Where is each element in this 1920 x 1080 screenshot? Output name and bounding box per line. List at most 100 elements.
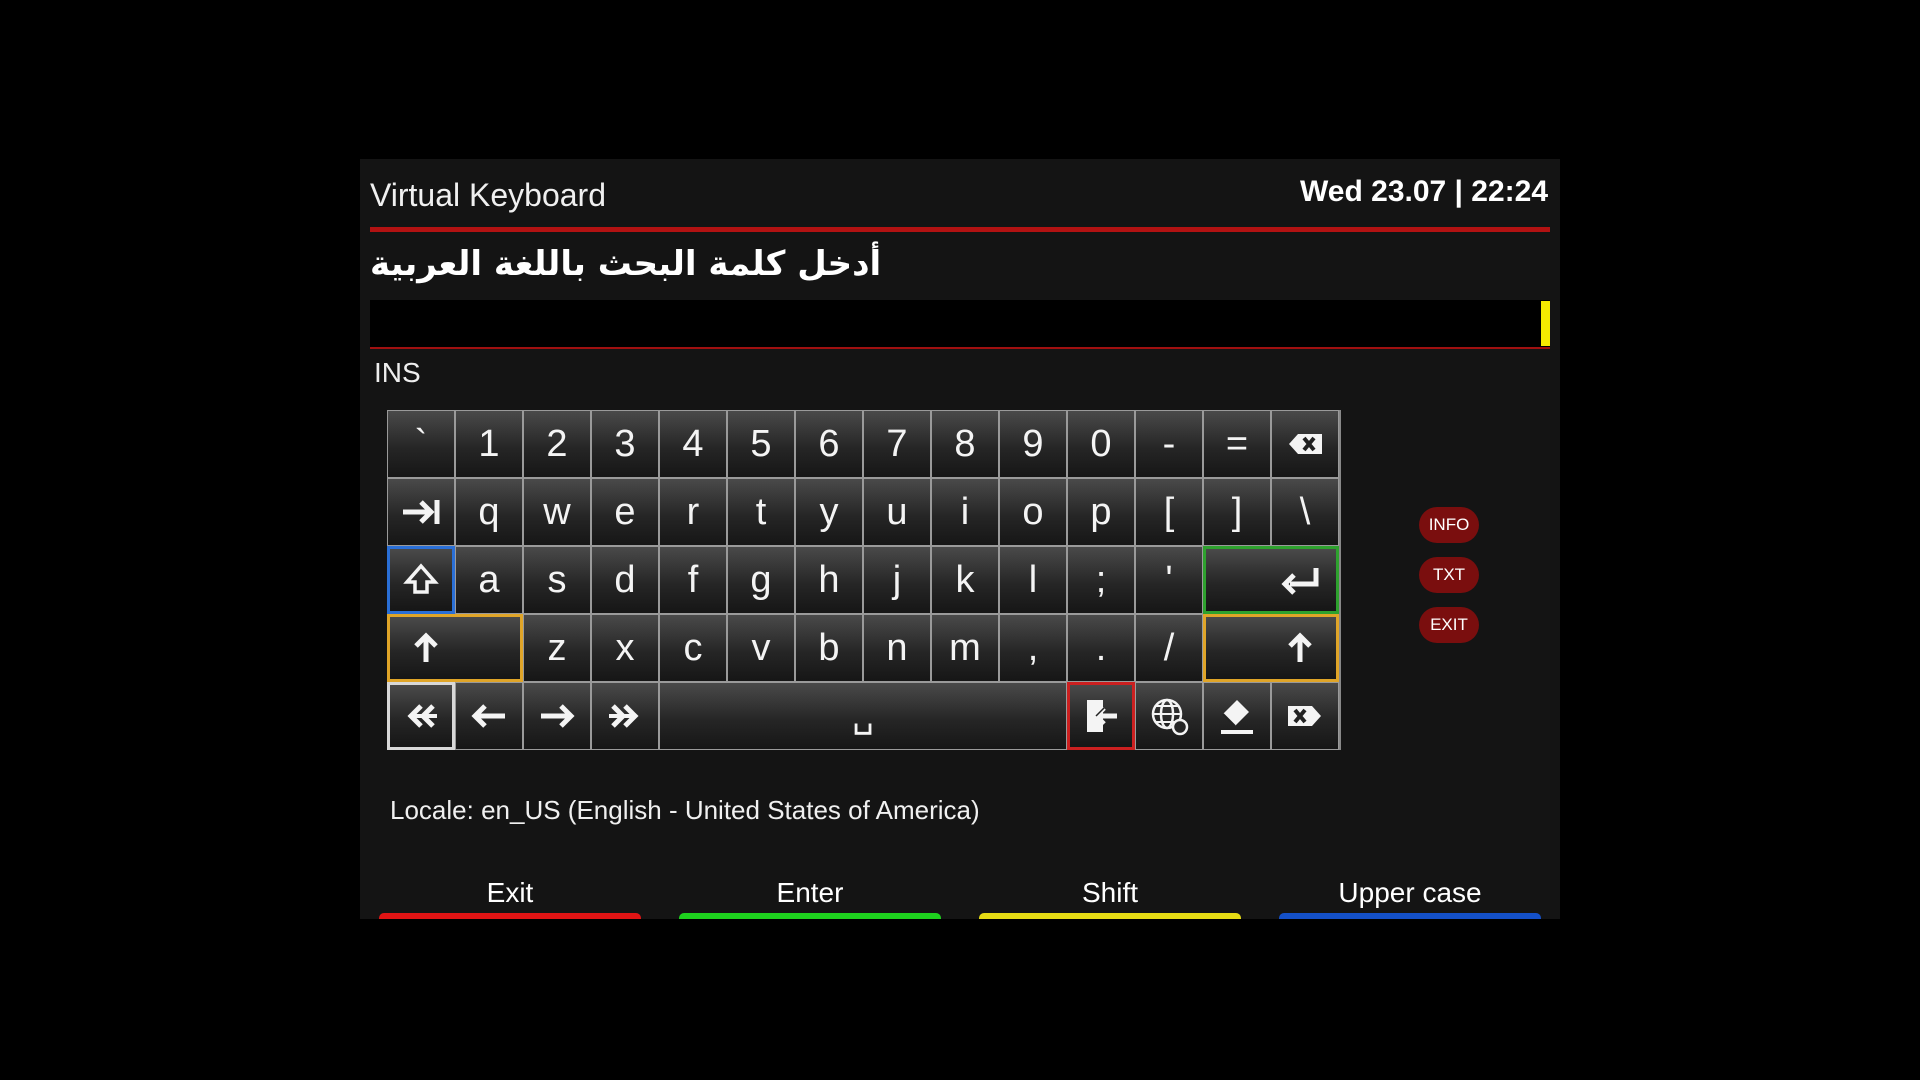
key-y[interactable]: y — [795, 478, 863, 546]
key-r[interactable]: r — [659, 478, 727, 546]
key-m[interactable]: m — [931, 614, 999, 682]
key-2[interactable]: 2 — [523, 410, 591, 478]
key-9[interactable]: 9 — [999, 410, 1067, 478]
key-semicolon[interactable]: ; — [1067, 546, 1135, 614]
enter-color-button[interactable]: Enter — [679, 877, 941, 919]
space-key[interactable]: ␣ — [659, 682, 1067, 750]
key-h[interactable]: h — [795, 546, 863, 614]
globe-icon — [1151, 698, 1189, 736]
red-key-bar — [379, 913, 641, 919]
text-input[interactable] — [370, 300, 1550, 349]
keyboard-dialog: Virtual Keyboard Wed 23.07 | 22:24 أدخل … — [360, 159, 1560, 919]
backspace-icon — [1289, 434, 1322, 454]
exit-side-button[interactable]: EXIT — [1419, 607, 1479, 643]
key-o[interactable]: o — [999, 478, 1067, 546]
right-shift-key[interactable] — [1203, 614, 1339, 682]
clear-key[interactable] — [1203, 682, 1271, 750]
cursor-right-key[interactable] — [523, 682, 591, 750]
key-backslash[interactable]: \ — [1271, 478, 1339, 546]
key-t[interactable]: t — [727, 478, 795, 546]
key-7[interactable]: 7 — [863, 410, 931, 478]
txt-button[interactable]: TXT — [1419, 557, 1479, 593]
left-shift-key[interactable] — [387, 614, 523, 682]
key-6[interactable]: 6 — [795, 410, 863, 478]
key-q[interactable]: q — [455, 478, 523, 546]
locale-label: Locale: en_US (English - United States o… — [390, 795, 980, 825]
double-arrow-left-icon — [407, 704, 437, 728]
caps-lock-key[interactable] — [387, 546, 455, 614]
arrow-right-icon — [541, 704, 575, 728]
double-arrow-right-icon — [609, 704, 639, 728]
key-p[interactable]: p — [1067, 478, 1135, 546]
key-c[interactable]: c — [659, 614, 727, 682]
delete-key[interactable] — [1271, 682, 1339, 750]
key-g[interactable]: g — [727, 546, 795, 614]
key-apostrophe[interactable]: ' — [1135, 546, 1203, 614]
key-1[interactable]: 1 — [455, 410, 523, 478]
yellow-key-bar — [979, 913, 1241, 919]
exit-color-label: Exit — [486, 877, 534, 908]
backspace-key[interactable] — [1271, 410, 1339, 478]
key-b[interactable]: b — [795, 614, 863, 682]
key-slash[interactable]: / — [1135, 614, 1203, 682]
key-e[interactable]: e — [591, 478, 659, 546]
key-period[interactable]: . — [1067, 614, 1135, 682]
date-time: Wed 23.07 | 22:24 — [1300, 175, 1548, 208]
key-d[interactable]: d — [591, 546, 659, 614]
key-5[interactable]: 5 — [727, 410, 795, 478]
green-key-bar — [679, 913, 941, 919]
key-k[interactable]: k — [931, 546, 999, 614]
cursor-left-key[interactable] — [455, 682, 523, 750]
key-i[interactable]: i — [931, 478, 999, 546]
key-minus[interactable]: - — [1135, 410, 1203, 478]
uppercase-color-button[interactable]: Upper case — [1279, 877, 1541, 919]
info-button[interactable]: INFO — [1419, 507, 1479, 543]
enter-key[interactable] — [1203, 546, 1339, 614]
shift-icon — [1288, 632, 1312, 662]
key-comma[interactable]: , — [999, 614, 1067, 682]
locale-key[interactable] — [1135, 682, 1203, 750]
tab-key[interactable] — [387, 478, 455, 546]
shift-icon — [414, 632, 438, 662]
eraser-icon — [1221, 700, 1253, 734]
key-equals[interactable]: = — [1203, 410, 1271, 478]
key-backtick[interactable]: ` — [387, 410, 455, 478]
page-title: Virtual Keyboard — [370, 177, 606, 213]
exit-color-button[interactable]: Exit — [379, 877, 641, 919]
key-l[interactable]: l — [999, 546, 1067, 614]
exit-door-icon — [1087, 700, 1117, 732]
key-x[interactable]: x — [591, 614, 659, 682]
key-u[interactable]: u — [863, 478, 931, 546]
key-4[interactable]: 4 — [659, 410, 727, 478]
caps-lock-icon — [403, 563, 439, 594]
cursor-home-key[interactable] — [387, 682, 455, 750]
exit-key[interactable] — [1067, 682, 1135, 750]
key-3[interactable]: 3 — [591, 410, 659, 478]
key-z[interactable]: z — [523, 614, 591, 682]
tab-icon — [403, 500, 440, 524]
key-8[interactable]: 8 — [931, 410, 999, 478]
key-left-bracket[interactable]: [ — [1135, 478, 1203, 546]
text-cursor — [1541, 301, 1550, 346]
insert-mode-indicator: INS — [374, 357, 421, 388]
uppercase-color-label: Upper case — [1338, 877, 1482, 908]
enter-color-label: Enter — [776, 877, 844, 908]
blue-key-bar — [1279, 913, 1541, 919]
key-v[interactable]: v — [727, 614, 795, 682]
cursor-end-key[interactable] — [591, 682, 659, 750]
key-right-bracket[interactable]: ] — [1203, 478, 1271, 546]
shift-color-button[interactable]: Shift — [979, 877, 1241, 919]
key-0[interactable]: 0 — [1067, 410, 1135, 478]
key-n[interactable]: n — [863, 614, 931, 682]
space-symbol: ␣ — [852, 697, 874, 735]
key-s[interactable]: s — [523, 546, 591, 614]
key-f[interactable]: f — [659, 546, 727, 614]
delete-icon — [1288, 706, 1321, 726]
key-w[interactable]: w — [523, 478, 591, 546]
key-j[interactable]: j — [863, 546, 931, 614]
enter-icon — [1281, 568, 1319, 595]
arrow-left-icon — [471, 704, 505, 728]
input-prompt: أدخل كلمة البحث باللغة العربية — [370, 244, 882, 284]
key-a[interactable]: a — [455, 546, 523, 614]
title-divider — [370, 227, 1550, 232]
